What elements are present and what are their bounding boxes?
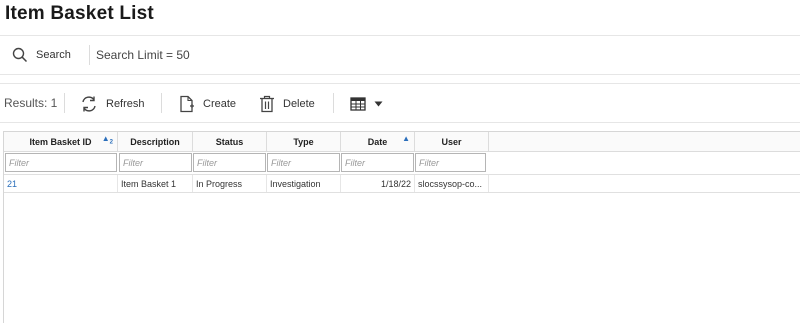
column-header-description[interactable]: Description — [118, 132, 193, 151]
table-view-icon — [350, 97, 366, 111]
column-header-type[interactable]: Type — [267, 132, 341, 151]
column-header-status[interactable]: Status — [193, 132, 267, 151]
filter-status[interactable] — [193, 153, 266, 172]
create-label: Create — [203, 98, 237, 110]
search-label: Search — [36, 49, 71, 61]
filter-item-basket-id[interactable] — [5, 153, 117, 172]
delete-button[interactable]: Delete — [259, 93, 315, 115]
search-bar: Search Search Limit = 50 — [0, 35, 800, 75]
cell-item-basket-id[interactable]: 21 — [4, 175, 118, 192]
page-title: Item Basket List — [5, 3, 154, 24]
filter-row — [4, 152, 800, 174]
table-row[interactable]: 21 Item Basket 1 In Progress Investigati… — [4, 174, 800, 193]
search-button[interactable]: Search — [12, 44, 71, 66]
search-limit-text: Search Limit = 50 — [96, 48, 190, 62]
sort-ascending-icon: ▲2 — [101, 134, 113, 146]
sort-ascending-icon: ▲ — [402, 134, 410, 143]
create-button[interactable]: Create — [179, 93, 236, 115]
divider — [333, 93, 334, 113]
filter-date[interactable] — [341, 153, 414, 172]
grid-header: Item Basket ID ▲2 Description Status Typ… — [4, 132, 800, 152]
refresh-button[interactable]: Refresh — [80, 93, 145, 115]
create-icon — [179, 95, 195, 113]
column-header-user[interactable]: User — [415, 132, 489, 151]
filter-type[interactable] — [267, 153, 340, 172]
cell-description: Item Basket 1 — [118, 175, 193, 192]
cell-user: slocssysop-co... — [415, 175, 489, 192]
filter-user[interactable] — [415, 153, 486, 172]
filter-description[interactable] — [119, 153, 192, 172]
search-icon — [12, 47, 28, 63]
refresh-icon — [80, 95, 98, 113]
refresh-label: Refresh — [106, 98, 145, 110]
cell-type: Investigation — [267, 175, 341, 192]
item-basket-grid: Item Basket ID ▲2 Description Status Typ… — [3, 131, 800, 323]
cell-date: 1/18/22 — [341, 175, 415, 192]
delete-label: Delete — [283, 98, 315, 110]
column-header-date[interactable]: Date ▲ — [341, 132, 415, 151]
divider — [161, 93, 162, 113]
results-count: Results: 1 — [4, 96, 58, 110]
divider — [64, 93, 65, 113]
chevron-down-icon — [374, 101, 383, 107]
cell-status: In Progress — [193, 175, 267, 192]
delete-icon — [259, 95, 275, 113]
results-toolbar: Results: 1 Refresh Create Delete — [0, 83, 800, 123]
divider — [89, 45, 90, 65]
table-view-menu-button[interactable] — [350, 93, 383, 115]
column-header-item-basket-id[interactable]: Item Basket ID ▲2 — [4, 132, 118, 151]
